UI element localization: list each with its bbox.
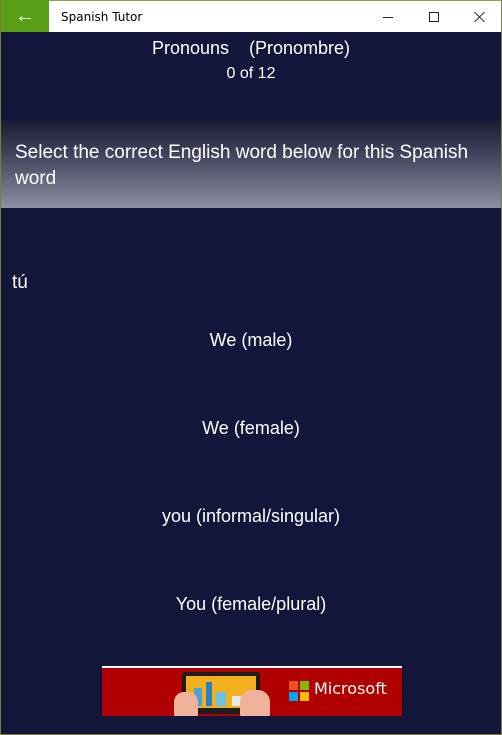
lesson-header: Pronouns (Pronombre) 0 of 12 <box>1 32 501 120</box>
back-button[interactable]: ← <box>1 0 49 32</box>
minimize-icon <box>383 16 393 18</box>
microsoft-logo-icon <box>289 681 309 701</box>
close-button[interactable] <box>457 1 501 33</box>
microsoft-ad-banner[interactable]: Microsoft <box>102 666 402 716</box>
maximize-icon <box>429 12 439 22</box>
answer-option-3[interactable]: you (informal/singular) <box>1 506 501 527</box>
app-window: ← Spanish Tutor Pronouns (Pronombre) 0 o… <box>0 0 502 735</box>
close-icon <box>474 11 486 23</box>
progress-counter: 0 of 12 <box>226 65 276 82</box>
app-title: Spanish Tutor <box>61 9 143 24</box>
lesson-title: Pronouns (Pronombre) <box>151 38 351 58</box>
answer-option-1[interactable]: We (male) <box>1 330 501 351</box>
hand-illustration <box>174 692 198 716</box>
spanish-word: tú <box>12 272 28 293</box>
ad-brand-text: Microsoft <box>314 679 387 698</box>
title-bar: ← Spanish Tutor <box>1 0 501 33</box>
back-arrow-icon: ← <box>15 4 35 27</box>
minimize-button[interactable] <box>365 1 411 33</box>
answer-option-4[interactable]: You (female/plural) <box>1 594 501 615</box>
hand-illustration <box>240 690 270 716</box>
instruction-banner: Select the correct English word below fo… <box>1 120 501 208</box>
window-controls <box>365 1 501 33</box>
maximize-button[interactable] <box>411 1 457 33</box>
answer-option-2[interactable]: We (female) <box>1 418 501 439</box>
